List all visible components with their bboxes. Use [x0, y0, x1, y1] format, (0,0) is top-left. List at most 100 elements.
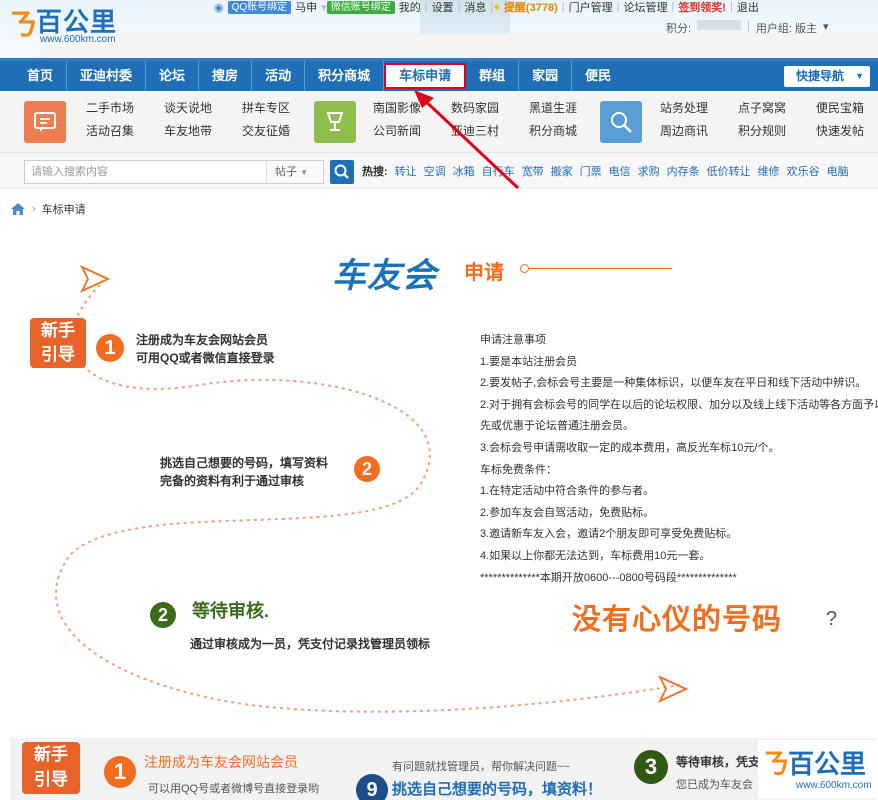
- usergroup-label[interactable]: 用户组: 版主: [756, 20, 817, 36]
- wechat-bind-button[interactable]: 微信账号绑定: [326, 0, 395, 14]
- main-nav: 首页 亚迪村委 论坛 搜房 活动 积分商城 车标申请 群组 家园 便民 快捷导航 ▼: [0, 58, 878, 91]
- step-3-desc: 通过审核成为一员，凭支付记录找管理员领标: [190, 637, 431, 651]
- logout-link[interactable]: 退出: [737, 0, 759, 15]
- home-icon[interactable]: [10, 202, 26, 216]
- bottom-logo-text: 百公里: [788, 749, 867, 779]
- remind-link[interactable]: 提醒(3778): [504, 0, 558, 15]
- sub-nav-link[interactable]: 周边商讯: [660, 124, 738, 139]
- sub-nav-link[interactable]: 活动召集: [86, 124, 164, 139]
- notice-line: 申请注意事项: [480, 334, 546, 346]
- sub-nav-link[interactable]: 拼车专区: [242, 101, 320, 116]
- step-3-badge: 2: [150, 602, 176, 628]
- notice-line: 1.在特定活动中符合条件的参与者。: [480, 485, 655, 498]
- site-header: ㄋ 百公里 www.600km.com ◉ QQ账号绑定 马申 ▾ 微信账号绑定…: [0, 0, 878, 58]
- nav-item-8[interactable]: 家园: [519, 61, 573, 91]
- bottom-step-1-title: 注册成为车友会网站会员: [144, 754, 298, 770]
- username-link[interactable]: 马申: [295, 0, 317, 15]
- breadcrumb: › 车标申请: [10, 201, 86, 217]
- red-annotation-arrow: [414, 90, 520, 190]
- bottom-logo-glyph: ㄋ: [762, 748, 791, 779]
- nav-item-2[interactable]: 论坛: [146, 61, 200, 91]
- bulb-icon: ●: [493, 1, 500, 13]
- search-button[interactable]: [330, 160, 354, 184]
- site-logo[interactable]: ㄋ 百公里 www.600km.com: [6, 2, 878, 58]
- hot-search-keyword[interactable]: 电脑: [827, 163, 849, 179]
- quick-nav-label: 快捷导航: [796, 69, 845, 83]
- hot-search-keyword[interactable]: 维修: [758, 163, 780, 179]
- qq-icon: ◉: [214, 1, 224, 14]
- bottom-step-2-badge: 9: [356, 774, 388, 800]
- sub-nav-link[interactable]: 点子窝窝: [738, 101, 816, 116]
- sub-nav-link[interactable]: 积分规则: [738, 124, 816, 139]
- breadcrumb-current: 车标申请: [41, 204, 86, 216]
- hot-search-keyword[interactable]: 求购: [638, 163, 660, 179]
- logo-glyph: ㄋ: [8, 9, 38, 42]
- user-toolbar: ◉ QQ账号绑定 马申 ▾ 微信账号绑定 我的 | 设置 | 消息 | ● 提醒…: [214, 0, 759, 15]
- slogan-text: 没有心仪的号码: [572, 604, 783, 636]
- hot-search-keyword[interactable]: 欢乐谷: [787, 163, 820, 179]
- sub-nav-link[interactable]: 站务处理: [660, 101, 738, 116]
- step-1-line1: 注册成为车友会网站会员: [136, 333, 269, 347]
- chat-icon: [24, 101, 66, 143]
- sub-nav-link[interactable]: 车友地带: [164, 124, 242, 139]
- qq-bind-button[interactable]: QQ账号绑定: [227, 0, 292, 14]
- sub-nav-link[interactable]: 便民宝箱: [816, 101, 878, 116]
- sub-nav-link[interactable]: 黑道生涯: [529, 101, 607, 116]
- notice-line: 4.如果以上你都无法达到，车标费用10元一套。: [480, 549, 711, 562]
- notice-line: 3.会标会号申请需收取一定的成本费用，高反光车标10元/个。: [480, 441, 780, 454]
- hot-search-keyword[interactable]: 搬家: [551, 163, 573, 179]
- step-3-title-text: 等待审核: [192, 601, 264, 621]
- nav-item-9[interactable]: 便民: [572, 61, 624, 91]
- portal-admin-link[interactable]: 门户管理: [569, 0, 613, 15]
- search-type-select[interactable]: 帖子 ▼: [266, 161, 322, 183]
- sign-in-reward-link[interactable]: 签到领奖!: [678, 0, 726, 15]
- nav-item-5[interactable]: 积分商城: [305, 61, 385, 91]
- nav-item-3[interactable]: 搜房: [199, 61, 253, 91]
- sub-nav-link[interactable]: 谈天说地: [164, 101, 242, 116]
- search-icon: [334, 164, 349, 179]
- chevron-down-icon: ▼: [855, 71, 864, 81]
- points-label: 积分:: [666, 23, 692, 35]
- bottom-step-1-badge: 1: [104, 756, 136, 788]
- settings-link[interactable]: 设置: [432, 0, 454, 15]
- sub-nav-link[interactable]: 积分商城: [529, 124, 607, 139]
- sub-nav-link[interactable]: 交友征婚: [242, 124, 320, 139]
- search-icon: [600, 101, 642, 143]
- messages-link[interactable]: 消息: [464, 0, 486, 15]
- step-1-text: 注册成为车友会网站会员 可用QQ或者微信直接登录: [136, 331, 275, 367]
- hot-search-label: 热搜:: [362, 166, 388, 178]
- hot-search-keyword[interactable]: 内存条: [667, 163, 700, 179]
- nav-item-6[interactable]: 车标申请: [384, 63, 467, 89]
- hot-search-keyword[interactable]: 低价转让: [707, 163, 751, 179]
- trophy-icon: [314, 101, 356, 143]
- notice-line: **************本期开放0600---0800号码段********…: [480, 571, 737, 584]
- notice-line: 2.参加车友会自驾活动，免费贴标。: [480, 506, 655, 519]
- search-type-value: 帖子: [275, 166, 297, 178]
- nav-item-0[interactable]: 首页: [14, 61, 68, 91]
- quick-nav-button[interactable]: 快捷导航 ▼: [784, 66, 870, 87]
- slogan-question-mark: ?: [826, 608, 838, 630]
- bottom-step-3-desc: 您已成为车友会: [676, 779, 753, 791]
- step-3-title: 等待审核.: [192, 597, 269, 623]
- bottom-newbie-badge: 新手 引导: [22, 742, 80, 794]
- hot-search-keyword[interactable]: 电信: [609, 163, 631, 179]
- forum-admin-link[interactable]: 论坛管理: [623, 0, 667, 15]
- badge-bottom-text: 引导: [41, 345, 75, 364]
- step-2-text: 挑选自己想要的号码，填写资料 完备的资料有利于通过审核: [160, 454, 328, 490]
- nav-item-7[interactable]: 群组: [466, 61, 520, 91]
- sub-nav-link[interactable]: 快速发帖: [816, 124, 878, 139]
- notice-line: 2.对于拥有会标会号的同学在以后的论坛权限、加分以及线上线下活动等各方面予以: [480, 398, 878, 411]
- nav-item-4[interactable]: 活动: [252, 61, 306, 91]
- bottom-site-logo: ㄋ 百公里 www.600km.com: [758, 740, 876, 798]
- badge-top-text: 新手: [41, 321, 75, 340]
- user-stats: 积分: | 用户组: 版主 ▾: [666, 20, 829, 36]
- banner-title-orange: 申请: [464, 262, 504, 284]
- step-2-line1: 挑选自己想要的号码，填写资料: [160, 456, 329, 470]
- bottom-logo-url: www.600km.com: [796, 780, 872, 791]
- notice-line: 车标免费条件：: [480, 463, 557, 476]
- application-notice: 申请注意事项 1.要是本站注册会员 2.要发帖子,会标会号主要是一种集体标识，以便车…: [480, 330, 878, 589]
- mine-menu[interactable]: 我的: [399, 0, 421, 15]
- nav-item-1[interactable]: 亚迪村委: [67, 61, 147, 91]
- hot-search-keyword[interactable]: 门票: [580, 163, 602, 179]
- sub-nav-link[interactable]: 二手市场: [86, 101, 164, 116]
